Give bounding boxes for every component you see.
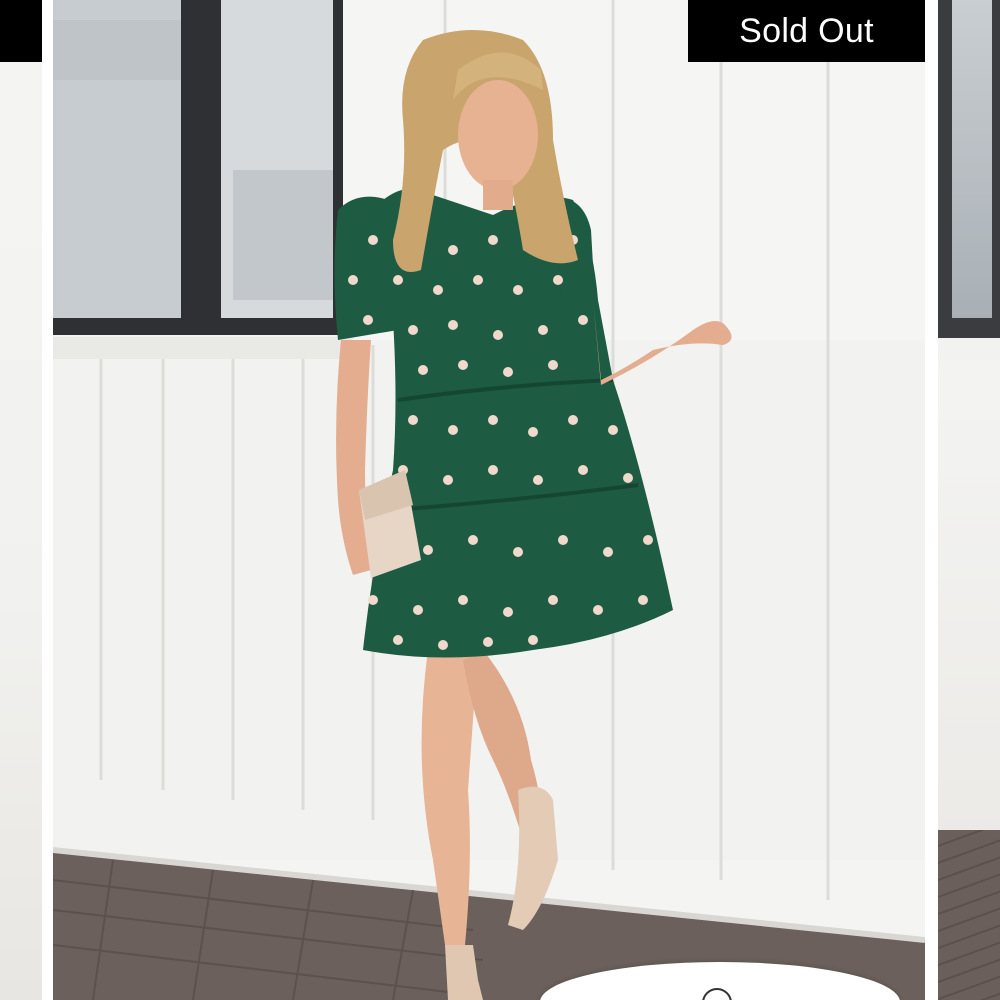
next-slide-window [938, 0, 1000, 338]
product-photo-illustration [53, 0, 925, 1000]
main-product-image[interactable] [53, 0, 925, 1000]
next-slide-image[interactable] [938, 0, 1000, 1000]
next-slide-paving [938, 830, 1000, 1000]
previous-slide-image[interactable] [0, 0, 42, 1000]
product-gallery: Sold Out [0, 0, 1000, 1000]
previous-slide-badge [0, 0, 42, 62]
sold-out-badge: Sold Out [688, 0, 925, 62]
